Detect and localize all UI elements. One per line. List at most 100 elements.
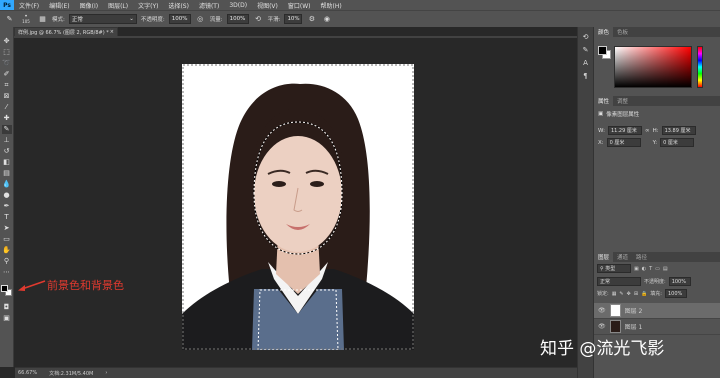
gear-icon[interactable]: ⚙ <box>306 14 317 25</box>
flow-field[interactable]: 100% <box>226 14 249 24</box>
paragraph-panel-icon[interactable]: ¶ <box>580 72 591 81</box>
filter-adjust-icon[interactable]: ◐ <box>642 266 646 272</box>
menu-filter[interactable]: 滤镜(T) <box>194 1 224 10</box>
tab-swatches[interactable]: 色板 <box>613 27 632 37</box>
menu-file[interactable]: 文件(F) <box>14 1 44 10</box>
blur-tool-icon[interactable]: 💧 <box>2 180 12 189</box>
brush-settings-icon[interactable]: ▦ <box>37 14 48 25</box>
pressure-opacity-icon[interactable]: ◎ <box>195 14 206 25</box>
hue-slider[interactable] <box>697 46 703 88</box>
menu-layer[interactable]: 图层(L) <box>103 1 133 10</box>
canvas-area[interactable] <box>15 38 577 367</box>
history-brush-tool-icon[interactable]: ↺ <box>2 147 12 156</box>
w-label: W: <box>598 127 605 134</box>
brush-tool-icon[interactable]: ✎ <box>4 14 15 25</box>
dodge-tool-icon[interactable]: ● <box>2 191 12 200</box>
lock-move-icon[interactable]: ✥ <box>627 291 631 297</box>
menu-3d[interactable]: 3D(D) <box>224 2 252 9</box>
layer-row[interactable]: 👁 图层 2 <box>594 303 720 319</box>
healing-brush-tool-icon[interactable]: ✚ <box>2 114 12 123</box>
mode-select[interactable]: 正常 ⌄ <box>68 14 137 24</box>
layer-kind-filter[interactable]: ⚲ 类型 <box>597 264 631 273</box>
pen-tool-icon[interactable]: ✒ <box>2 202 12 211</box>
menu-edit[interactable]: 编辑(E) <box>44 1 74 10</box>
lasso-tool-icon[interactable]: ➰ <box>2 59 12 68</box>
brush-panel-icon[interactable]: ✎ <box>580 46 591 55</box>
color-picker-field[interactable] <box>614 46 692 88</box>
character-panel-icon[interactable]: A <box>580 59 591 68</box>
document-info[interactable]: 文档:2.31M/5.40M <box>49 370 93 377</box>
menu-view[interactable]: 视图(V) <box>252 1 283 10</box>
quick-mask-icon[interactable]: ◘ <box>2 303 12 312</box>
type-tool-icon[interactable]: T <box>2 213 12 222</box>
blend-mode-select[interactable]: 正常 <box>597 277 641 286</box>
lock-artboard-icon[interactable]: ⊞ <box>634 291 638 297</box>
brush-preset-picker[interactable]: • 105 <box>19 14 33 25</box>
chevron-down-icon: ⌄ <box>129 16 134 22</box>
filter-smart-icon[interactable]: ▤ <box>663 266 668 272</box>
chevron-right-icon[interactable]: › <box>105 370 107 376</box>
opacity-field[interactable]: 100% <box>168 14 191 24</box>
filter-pixel-icon[interactable]: ▣ <box>634 266 639 272</box>
more-tools-icon[interactable]: ⋯ <box>2 268 12 277</box>
foreground-color-swatch[interactable] <box>0 285 8 292</box>
move-tool-icon[interactable]: ✥ <box>2 37 12 46</box>
tab-properties[interactable]: 属性 <box>594 96 614 106</box>
height-field[interactable]: 13.89 厘米 <box>661 126 696 135</box>
right-panels: 颜色 色板 属性 调整 ▣ 像素图层属性 W: 11.29 厘米 ∞ H: 13… <box>594 27 720 378</box>
crop-tool-icon[interactable]: ⌗ <box>2 81 12 90</box>
zoom-tool-icon[interactable]: ⚲ <box>2 257 12 266</box>
eyedropper-tool-icon[interactable]: ⁄ <box>2 103 12 112</box>
portrait-photo[interactable] <box>182 64 414 350</box>
airbrush-icon[interactable]: ⟲ <box>253 14 264 25</box>
menu-window[interactable]: 窗口(W) <box>283 1 316 10</box>
hand-tool-icon[interactable]: ✋ <box>2 246 12 255</box>
panel-foreground-swatch[interactable] <box>598 46 607 55</box>
opacity-label: 不透明度: <box>140 17 165 23</box>
fill-field[interactable]: 100% <box>664 289 687 298</box>
frame-tool-icon[interactable]: ⊠ <box>2 92 12 101</box>
brush-tool-icon[interactable]: ✎ <box>1 125 12 134</box>
width-field[interactable]: 11.29 厘米 <box>607 126 642 135</box>
h-label: H: <box>652 127 659 134</box>
eye-icon[interactable]: 👁 <box>598 323 606 330</box>
layer-row[interactable]: 👁 图层 1 <box>594 319 720 335</box>
tab-color[interactable]: 颜色 <box>594 27 614 37</box>
eraser-tool-icon[interactable]: ◧ <box>2 158 12 167</box>
options-bar: ✎ • 105 ▦ 模式: 正常 ⌄ 不透明度: 100% ◎ 流量: 100%… <box>0 10 720 27</box>
pressure-size-icon[interactable]: ◉ <box>321 14 332 25</box>
clone-stamp-tool-icon[interactable]: ⊥ <box>2 136 12 145</box>
shape-tool-icon[interactable]: ▭ <box>2 235 12 244</box>
filter-type-icon[interactable]: T <box>649 266 652 272</box>
tab-channels[interactable]: 通道 <box>613 252 632 262</box>
eye-icon[interactable]: 👁 <box>598 307 606 314</box>
link-icon[interactable]: ∞ <box>645 128 650 134</box>
tab-layers[interactable]: 图层 <box>594 252 614 262</box>
tab-adjustments[interactable]: 调整 <box>613 96 632 106</box>
menu-type[interactable]: 文字(Y) <box>133 1 163 10</box>
menu-help[interactable]: 帮助(H) <box>316 1 347 10</box>
menu-select[interactable]: 选择(S) <box>163 1 194 10</box>
y-field[interactable]: 0 厘米 <box>660 138 695 147</box>
path-select-tool-icon[interactable]: ➤ <box>2 224 12 233</box>
props-title-row: ▣ 像素图层属性 <box>598 110 639 118</box>
menu-image[interactable]: 图像(I) <box>75 1 103 10</box>
document-tab[interactable]: 样例.jpg @ 66.7% (图层 2, RGB/8#) * × <box>14 27 118 36</box>
x-field[interactable]: 0 厘米 <box>606 138 641 147</box>
marquee-tool-icon[interactable]: ⬚ <box>2 48 12 57</box>
close-icon[interactable]: × <box>110 29 114 35</box>
lock-all-icon[interactable]: 🔒 <box>641 291 647 297</box>
screen-mode-icon[interactable]: ▣ <box>2 314 12 323</box>
annotation-arrow-icon <box>18 280 46 291</box>
gradient-tool-icon[interactable]: ▤ <box>2 169 12 178</box>
smooth-field[interactable]: 10% <box>284 14 303 24</box>
lock-paint-icon[interactable]: ✎ <box>619 291 623 297</box>
zoom-level[interactable]: 66.67% <box>18 370 37 376</box>
quick-select-tool-icon[interactable]: ✐ <box>2 70 12 79</box>
tab-paths[interactable]: 路径 <box>632 252 651 262</box>
history-panel-icon[interactable]: ⟲ <box>580 33 591 42</box>
layer-opacity-field[interactable]: 100% <box>668 277 691 286</box>
filter-shape-icon[interactable]: ▭ <box>655 266 660 272</box>
lock-pixels-icon[interactable]: ▦ <box>612 291 617 297</box>
toolbox: ✥ ⬚ ➰ ✐ ⌗ ⊠ ⁄ ✚ ✎ ⊥ ↺ ◧ ▤ 💧 ● ✒ T ➤ ▭ ✋ … <box>0 27 14 367</box>
